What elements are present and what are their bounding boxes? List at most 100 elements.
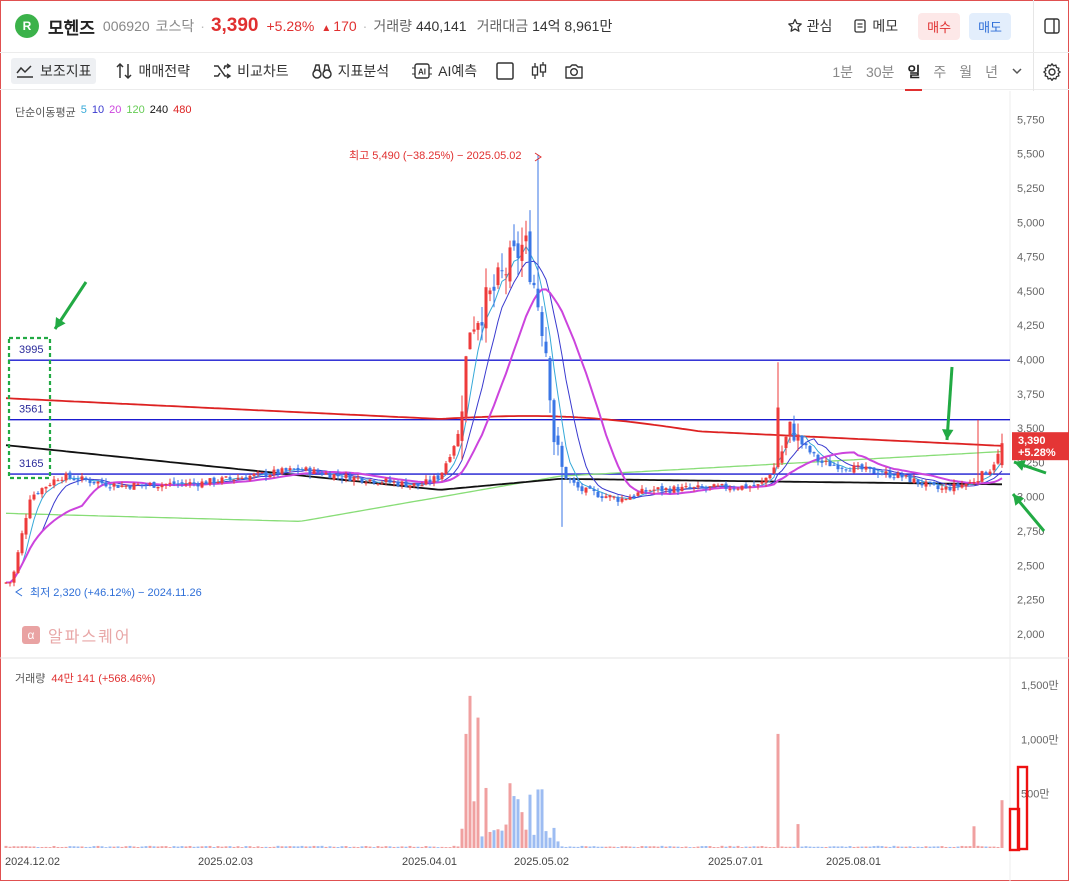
volume-bar (72, 846, 76, 848)
volume-bar (500, 830, 504, 848)
volume-bar (652, 846, 656, 848)
market-name: 코스닥 (155, 18, 195, 34)
volume-tick-label: 1,000만 (1021, 733, 1059, 746)
volume-bar (252, 847, 256, 848)
volume-bar (892, 845, 896, 848)
candle-body (352, 476, 356, 482)
draw-box-button[interactable] (495, 61, 515, 81)
candle-body (704, 487, 708, 489)
volume-bar (292, 846, 296, 848)
candle-body (508, 247, 512, 282)
stock-name: 모헨즈 (48, 18, 95, 38)
side-panel-toggle[interactable] (1033, 0, 1069, 52)
volume-bar (860, 846, 864, 848)
volume-bar (296, 846, 300, 848)
volume-bar (588, 846, 592, 848)
candle-body (72, 478, 76, 481)
candle-body (280, 468, 284, 474)
shuffle-icon (214, 63, 232, 79)
settings-button[interactable] (1033, 53, 1069, 91)
volume-bar (556, 841, 560, 848)
compare-button[interactable]: 비교차트 (208, 58, 293, 84)
volume-bar (656, 846, 660, 848)
candle-body (284, 468, 288, 471)
candle-body (220, 477, 224, 483)
volume-bar (744, 846, 748, 848)
volume-bar (548, 837, 552, 848)
candle-body (204, 481, 208, 485)
candle-body (52, 479, 56, 486)
header: R 모헨즈 006920 코스닥 · 3,390 +5.28% ▲ 170 · 거… (0, 0, 1069, 52)
current-price-tag-value: 3,390 (1018, 435, 1046, 447)
memo-button[interactable]: 메모 (852, 16, 898, 36)
period-week[interactable]: 주 (933, 53, 946, 91)
volume-bar (924, 846, 928, 848)
volume-bar (168, 847, 172, 848)
sell-button[interactable]: 매도 (969, 12, 1011, 40)
volume-bar (980, 846, 984, 848)
volume-legend-label: 거래량 (15, 673, 46, 685)
price-chart-svg[interactable]: 5,750 5,500 5,250 5,000 4,750 4,500 4,250 4,000… (0, 91, 1069, 881)
volume-bar (880, 846, 884, 848)
volume-bar (904, 846, 908, 848)
candle-body (804, 443, 808, 446)
volume-bar (552, 827, 556, 848)
company-logo: R (15, 14, 39, 38)
indicators-button[interactable]: 보조지표 (11, 58, 96, 84)
candle-body (920, 482, 924, 486)
volume-bar (328, 846, 332, 848)
period-day[interactable]: 일 (905, 53, 923, 91)
candle-body (108, 487, 112, 489)
volume-bar (388, 846, 392, 848)
candle-body (800, 435, 804, 445)
analysis-button[interactable]: 지표분석 (307, 58, 394, 84)
volume-bar (184, 846, 188, 848)
volume-bar (380, 846, 384, 848)
separator-dot: · (200, 18, 205, 34)
ma-10: 10 (91, 104, 105, 116)
volume-bar (636, 847, 640, 848)
chart-area[interactable]: 5,750 5,500 5,250 5,000 4,750 4,500 4,250 4,000… (0, 91, 1069, 881)
volume-bar (300, 845, 304, 848)
volume-bar (392, 846, 396, 848)
volume-bar (112, 846, 116, 848)
period-year[interactable]: 년 (985, 53, 998, 91)
candle-body (732, 488, 736, 490)
volume-bar (608, 846, 612, 848)
volume-bar (884, 846, 888, 848)
volume-bar (456, 846, 460, 848)
volume-bar (728, 845, 732, 848)
ai-predict-button[interactable]: AI AI예측 (407, 58, 481, 84)
volume-bar (488, 831, 492, 848)
candle-body (344, 474, 348, 479)
candle-body (504, 274, 508, 276)
candle-body (600, 496, 604, 498)
candle-body (856, 465, 860, 467)
compare-label: 비교차트 (237, 63, 289, 79)
candle-body (424, 479, 428, 485)
screenshot-button[interactable] (563, 61, 585, 81)
candle-body (140, 484, 144, 486)
period-more-chevron-down-icon[interactable] (1011, 53, 1023, 91)
buy-button[interactable]: 매수 (918, 12, 961, 40)
volume-bar (932, 846, 936, 848)
volume-bar (84, 846, 88, 848)
candle-body (872, 467, 876, 474)
candle-body (404, 481, 408, 488)
period-30min[interactable]: 30분 (866, 53, 894, 91)
volume-bar (956, 846, 960, 848)
volume-bar (812, 846, 816, 848)
candle-type-button[interactable] (529, 61, 549, 81)
period-month[interactable]: 월 (959, 53, 972, 91)
candle-body (940, 488, 944, 490)
candle-body (616, 497, 620, 502)
period-1min[interactable]: 1분 (832, 53, 853, 91)
candle-body (480, 322, 484, 326)
strategy-button[interactable]: 매매전략 (110, 58, 195, 84)
ma20-line (6, 288, 1003, 584)
volume-bar (580, 845, 584, 848)
ma-legend-label: 단순이동평균 (15, 107, 76, 119)
candle-body (764, 477, 768, 483)
candle-body (76, 479, 80, 481)
watch-button[interactable]: 관심 (787, 16, 832, 36)
